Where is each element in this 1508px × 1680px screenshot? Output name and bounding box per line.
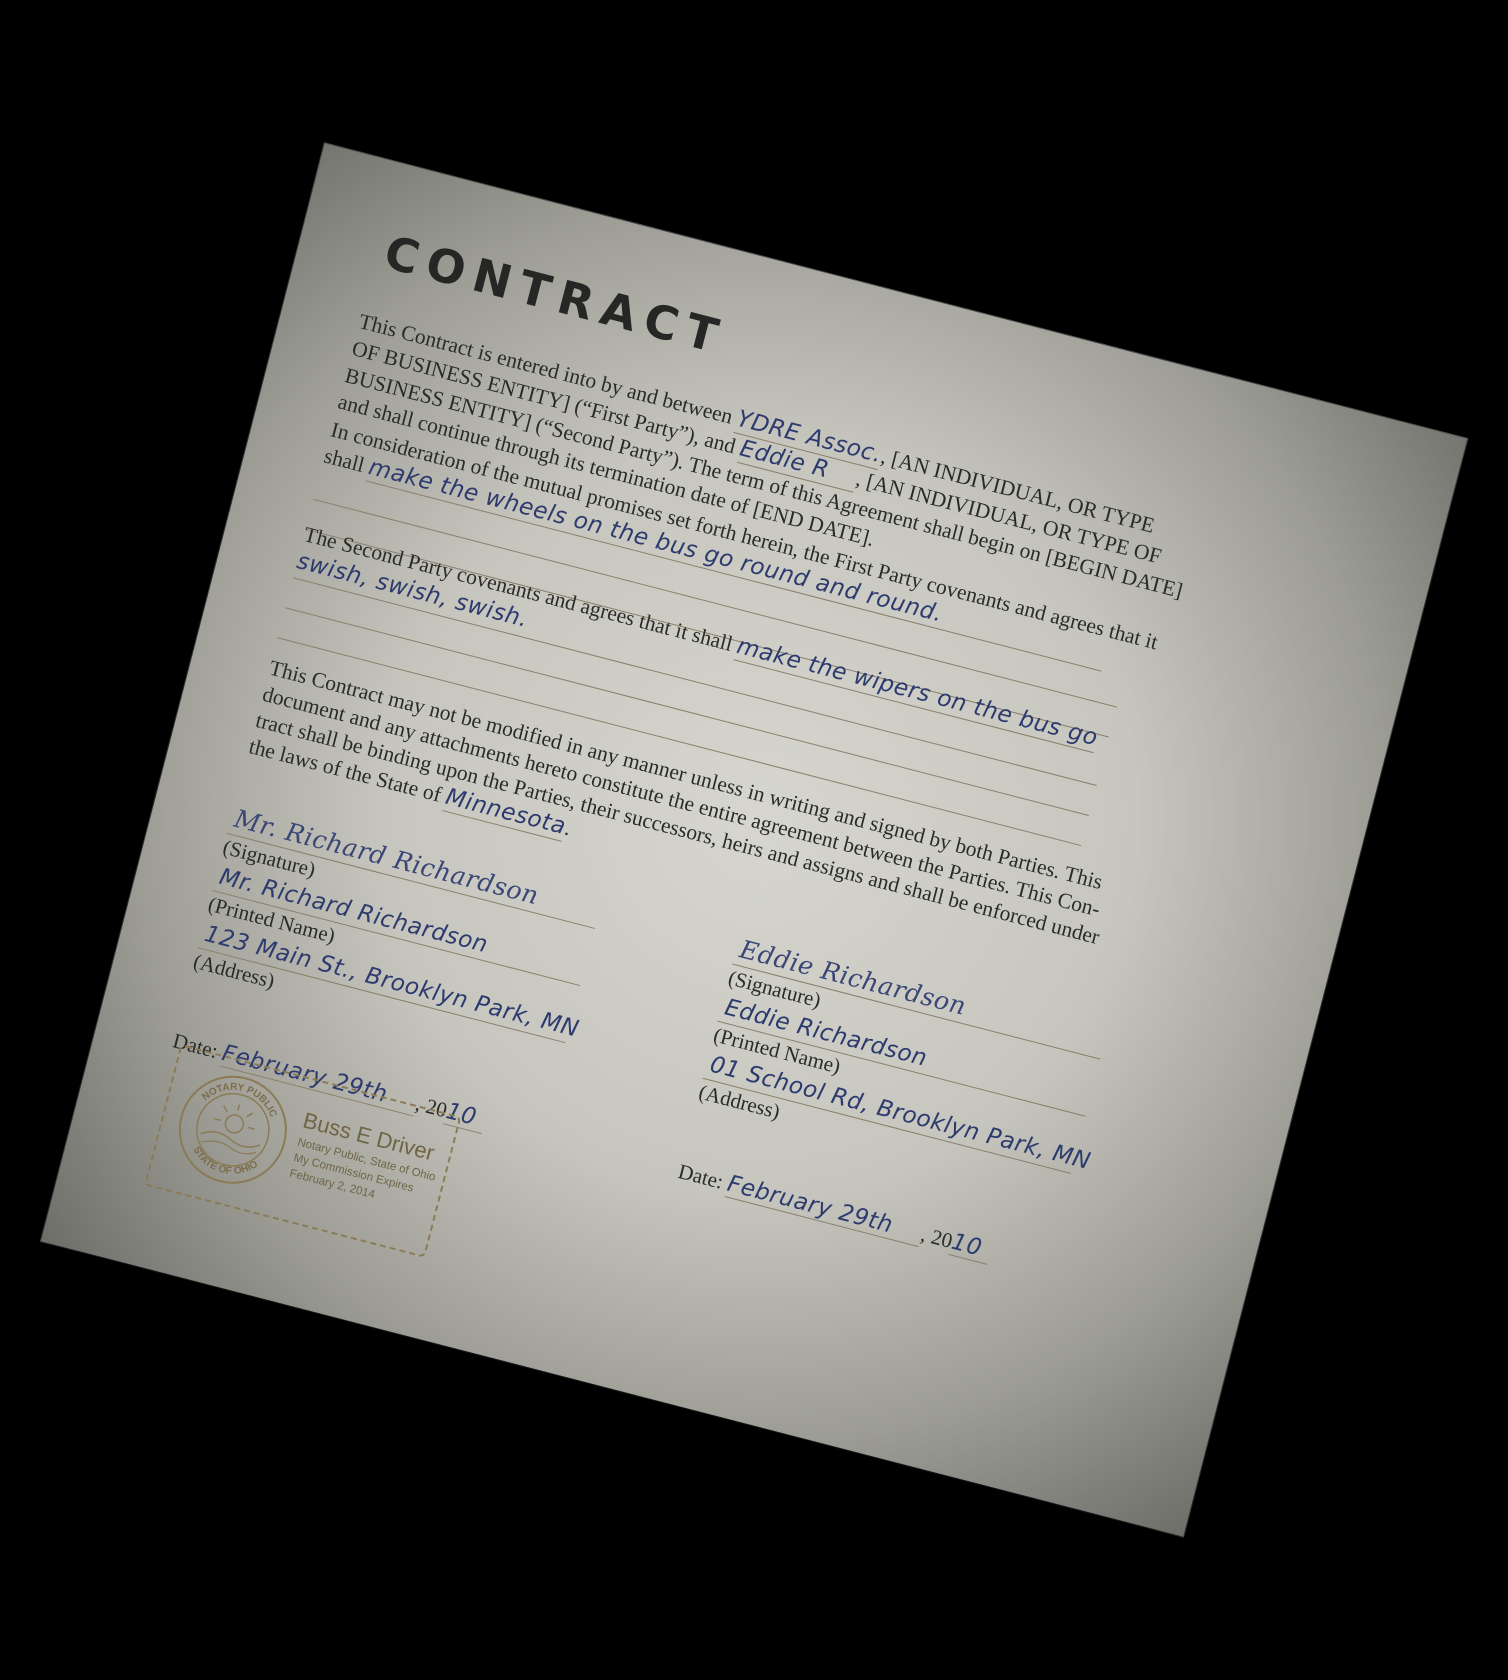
seal-ring-bottom: STATE OF OHIO [186, 1143, 262, 1185]
second-party-date: February 29th [724, 1170, 896, 1239]
second-party-signature-block: Eddie Richardson (Signature) Eddie Richa… [675, 932, 1109, 1280]
second-party-year: 10 [948, 1228, 985, 1262]
contract-sheet: CONTRACT This Contract is entered into b… [40, 143, 1468, 1537]
state-seal-icon: NOTARY PUBLIC STATE OF OHIO [178, 1073, 287, 1185]
date-label: Date: [675, 1159, 726, 1194]
svg-text:STATE OF OHIO: STATE OF OHIO [186, 1143, 262, 1185]
year-field: 10 [948, 1228, 995, 1265]
date-field: February 29th [724, 1170, 925, 1248]
